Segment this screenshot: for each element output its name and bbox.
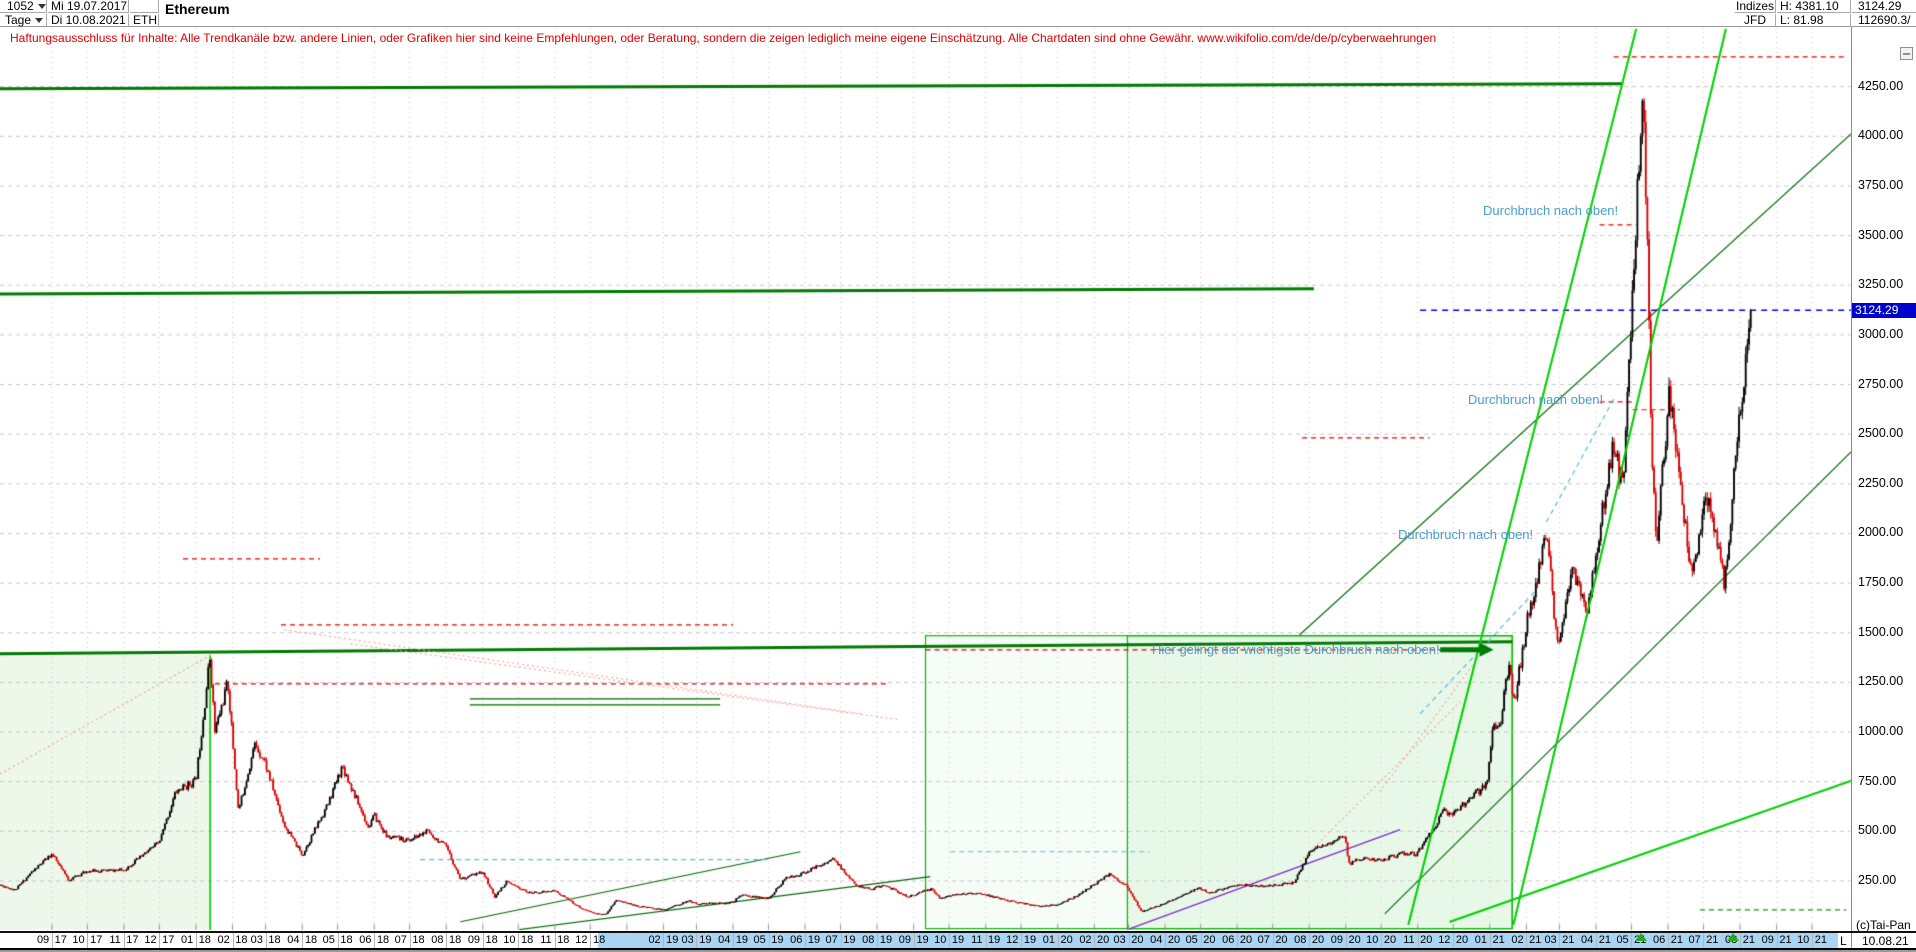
- y-axis-label: 1750.00: [1858, 575, 1903, 590]
- last-date-label: 10.08.21: [1862, 934, 1909, 948]
- y-axis-label: 3000.00: [1858, 327, 1903, 342]
- y-axis-label: 4250.00: [1858, 79, 1903, 94]
- signal-triangle-icon: [1635, 933, 1647, 941]
- bars-count-value: 1052: [7, 0, 34, 13]
- y-axis-label: 250.00: [1858, 873, 1896, 888]
- period-value: Tage: [5, 14, 31, 27]
- annotation-text: Durchbruch nach oben!: [1483, 203, 1618, 218]
- symbol-cell: ETH: [130, 14, 159, 27]
- chart-plot-canvas[interactable]: [0, 0, 1916, 952]
- x-axis-label: 10 21: [1787, 934, 1837, 946]
- period-dropdown[interactable]: Tage: [0, 14, 47, 27]
- bars-count-dropdown[interactable]: 1052: [0, 0, 47, 13]
- chevron-down-icon: [38, 4, 46, 9]
- y-axis-label: 3750.00: [1858, 178, 1903, 193]
- annotation-text: Durchbruch nach oben!: [1398, 527, 1533, 542]
- exchange-cell: Indizes: [1735, 0, 1776, 13]
- y-axis-label: 4000.00: [1858, 128, 1903, 143]
- y-axis-label: 1000.00: [1858, 724, 1903, 739]
- end-date-cell: Di 10.08.2021: [48, 14, 129, 27]
- y-axis-label: 2000.00: [1858, 525, 1903, 540]
- y-axis-label: 2750.00: [1858, 377, 1903, 392]
- chevron-down-icon: [35, 18, 43, 23]
- y-axis-label: 750.00: [1858, 774, 1896, 789]
- high-cell: H: 4381.10: [1777, 0, 1851, 13]
- broker-cell: JFD: [1735, 14, 1776, 27]
- instrument-title: Ethereum: [165, 1, 230, 17]
- time-axis[interactable]: 09 1710 1711 1712 1701 1802 1803 1804 18…: [0, 931, 1916, 948]
- last-marker-label: L: [1840, 934, 1847, 948]
- last-price-cell: 3124.29: [1852, 0, 1916, 13]
- start-date-cell: Mi 19.07.2017: [48, 0, 129, 13]
- disclaimer-text: Haftungsausschluss für Inhalte: Alle Tre…: [10, 31, 1436, 45]
- y-axis-label: 1500.00: [1858, 625, 1903, 640]
- current-price-badge: 3124.29: [1852, 303, 1916, 318]
- copyright-label: (c)Tai-Pan: [1856, 918, 1911, 932]
- y-axis-label: 2250.00: [1858, 476, 1903, 491]
- y-axis-label: 2500.00: [1858, 426, 1903, 441]
- chart-header: 1052 Mi 19.07.2017 Tage Di 10.08.2021 ET…: [0, 0, 1916, 27]
- price-scale[interactable]: 4250.00 4000.00 3750.00 3500.00 3250.00 3000.…: [1851, 27, 1916, 931]
- x-axis-label: 12 18: [565, 934, 615, 946]
- signal-triangle-icon: [1727, 933, 1739, 941]
- collapse-scale-icon[interactable]: [1900, 47, 1913, 60]
- window-bottom-edge: [0, 948, 1916, 952]
- low-cell: L: 81.98: [1777, 14, 1851, 27]
- y-axis-label: 500.00: [1858, 823, 1896, 838]
- y-axis-label: 3250.00: [1858, 277, 1903, 292]
- empty-cell: [130, 0, 159, 13]
- annotation-text: Hier gelingt der wichtigste Durchbruch n…: [1152, 642, 1440, 657]
- taipan-chart-window: { "header": { "bars": "1052", "start_dat…: [0, 0, 1916, 952]
- annotation-text: Durchbruch nach oben!: [1468, 392, 1603, 407]
- y-axis-label: 1250.00: [1858, 674, 1903, 689]
- y-axis-label: 3500.00: [1858, 228, 1903, 243]
- volume-cell: 112690.3/: [1852, 14, 1916, 27]
